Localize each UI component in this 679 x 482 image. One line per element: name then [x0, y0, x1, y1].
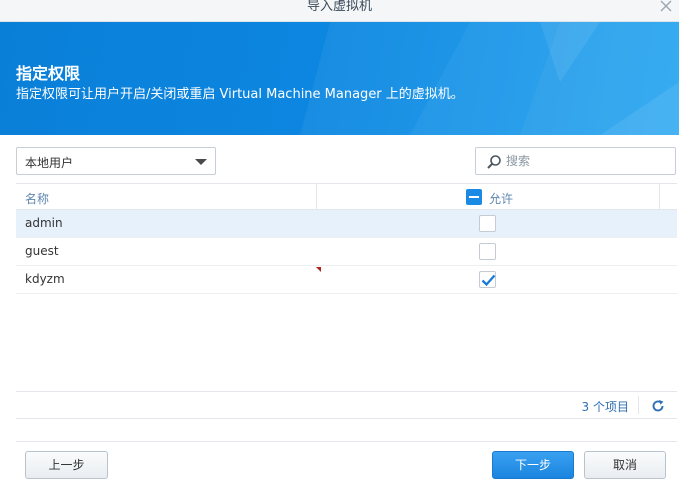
column-header-allow: 允许 — [489, 192, 514, 206]
user-name: admin — [25, 216, 63, 230]
cursor-artifact — [316, 267, 321, 272]
footer-divider — [638, 396, 639, 414]
allow-checkbox[interactable] — [479, 271, 496, 288]
dropdown-value: 本地用户 — [25, 156, 74, 170]
user-type-dropdown[interactable]: 本地用户 — [16, 147, 216, 175]
window-title: 导入虚拟机 — [306, 0, 372, 14]
indeterminate-checkbox-icon[interactable] — [466, 189, 482, 205]
table-footer: 3 个项目 — [16, 391, 677, 419]
column-divider — [659, 184, 660, 210]
table-row[interactable]: kdyzm — [16, 266, 677, 294]
chevron-down-icon — [195, 159, 207, 165]
user-name: guest — [25, 244, 59, 258]
allow-checkbox[interactable] — [479, 243, 496, 260]
close-icon[interactable] — [659, 0, 673, 14]
search-box[interactable] — [475, 147, 676, 175]
column-divider — [316, 184, 317, 210]
table-row[interactable]: admin — [16, 210, 677, 238]
button-divider — [16, 441, 677, 442]
next-button[interactable]: 下一步 — [492, 451, 574, 479]
table-row[interactable]: guest — [16, 238, 677, 266]
search-input[interactable] — [506, 152, 666, 170]
table-header: 名称 允许 — [16, 183, 677, 210]
item-count: 3 个项目 — [581, 400, 629, 414]
cancel-button[interactable]: 取消 — [584, 451, 666, 479]
search-icon — [486, 154, 502, 170]
header-banner: 指定权限 指定权限可让用户开启/关闭或重启 Virtual Machine Ma… — [0, 22, 679, 135]
banner-subtitle: 指定权限可让用户开启/关闭或重启 Virtual Machine Manager… — [16, 87, 464, 102]
previous-button[interactable]: 上一步 — [25, 451, 108, 479]
banner-heading: 指定权限 — [16, 64, 81, 83]
refresh-icon[interactable] — [651, 399, 665, 413]
banner-background — [300, 22, 679, 135]
column-header-name[interactable]: 名称 — [25, 190, 49, 207]
user-name: kdyzm — [25, 272, 65, 286]
title-bar: 导入虚拟机 — [0, 0, 679, 22]
allow-checkbox[interactable] — [479, 215, 496, 232]
permission-table: 名称 允许 admin guest kdyzm — [16, 183, 677, 419]
checkmark-icon — [481, 274, 496, 287]
